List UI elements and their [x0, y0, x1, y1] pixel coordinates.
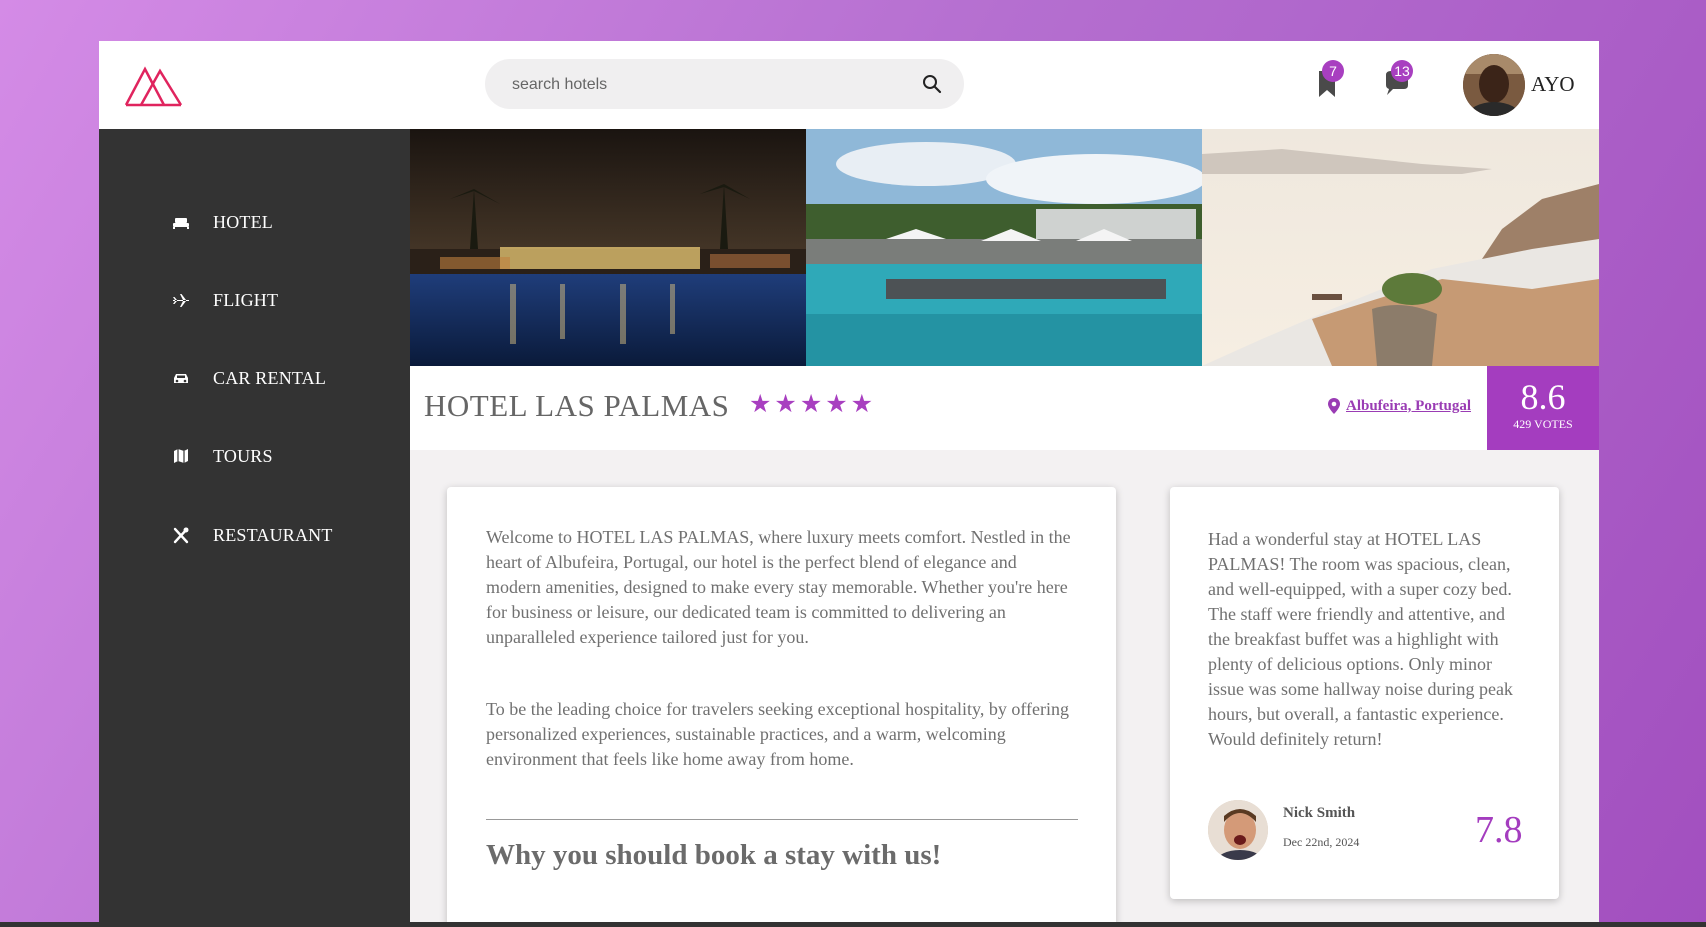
sidebar-item-car-rental[interactable]: CAR RENTAL — [171, 363, 326, 393]
intro-text: Welcome to HOTEL LAS PALMAS, where luxur… — [486, 527, 1071, 647]
hotel-votes: 429 VOTES — [1513, 417, 1573, 431]
brand-logo-icon[interactable] — [123, 63, 185, 109]
airplane-icon — [173, 294, 189, 307]
hotel-score-box: 8.6 429 VOTES — [1487, 366, 1599, 450]
sidebar-item-label: RESTAURANT — [213, 524, 333, 545]
sidebar-item-label: FLIGHT — [213, 289, 279, 310]
hotel-title-bar: HOTEL LAS PALMAS ★★★★★ Albufeira, Portug… — [410, 366, 1599, 450]
search-input[interactable] — [510, 59, 914, 111]
location-pin-icon — [1328, 398, 1340, 414]
utensils-icon — [173, 527, 189, 544]
review-card: Had a wonderful stay at HOTEL LAS PALMAS… — [1170, 487, 1559, 899]
sidebar-item-hotel[interactable]: HOTEL — [171, 207, 273, 237]
user-avatar[interactable] — [1463, 54, 1525, 116]
divider — [486, 819, 1078, 820]
sidebar: HOTEL FLIGHT CAR RENTAL TOURS RESTAURANT — [99, 129, 410, 927]
sidebar-item-restaurant[interactable]: RESTAURANT — [171, 520, 333, 550]
map-icon — [174, 449, 188, 463]
review-date: Dec 22nd, 2024 — [1283, 835, 1360, 849]
search-icon[interactable] — [922, 74, 942, 94]
review-score: 7.8 — [1475, 809, 1523, 851]
top-bar: 7 13 AYO — [99, 41, 1599, 129]
app-window: 7 13 AYO HOTEL — [99, 41, 1599, 927]
gallery-photo-day-pool[interactable] — [806, 129, 1202, 366]
sidebar-item-label: CAR RENTAL — [213, 367, 327, 388]
username[interactable]: AYO — [1531, 72, 1575, 97]
sidebar-item-label: HOTEL — [213, 211, 273, 232]
why-book-heading: Why you should book a stay with us! — [486, 839, 942, 871]
bed-icon — [173, 218, 189, 229]
hotel-location-link[interactable]: Albufeira, Portugal — [1327, 397, 1471, 415]
review-text: Had a wonderful stay at HOTEL LAS PALMAS… — [1208, 529, 1513, 749]
star-rating: ★★★★★ — [749, 391, 877, 418]
reviewer-avatar — [1208, 800, 1268, 860]
photo-gallery — [410, 129, 1599, 366]
bookmark-count-badge: 7 — [1322, 60, 1344, 82]
sidebar-item-label: TOURS — [213, 445, 273, 466]
mission-text: To be the leading choice for travelers s… — [486, 699, 1070, 769]
gallery-photo-night-pool[interactable] — [410, 129, 806, 366]
description-card: Welcome to HOTEL LAS PALMAS, where luxur… — [447, 487, 1116, 927]
sidebar-item-flight[interactable]: FLIGHT — [171, 285, 278, 315]
search-bar — [485, 59, 964, 111]
hotel-name: HOTEL LAS PALMAS — [424, 388, 730, 423]
hotel-score: 8.6 — [1520, 377, 1566, 417]
car-icon — [174, 374, 188, 383]
bottom-strip — [0, 922, 1706, 927]
reviewer-name: Nick Smith — [1283, 805, 1356, 821]
location-text: Albufeira, Portugal — [1346, 397, 1471, 414]
message-count-badge: 13 — [1391, 60, 1413, 82]
sidebar-item-tours[interactable]: TOURS — [171, 441, 273, 471]
gallery-photo-coast-terrace[interactable] — [1202, 129, 1599, 366]
